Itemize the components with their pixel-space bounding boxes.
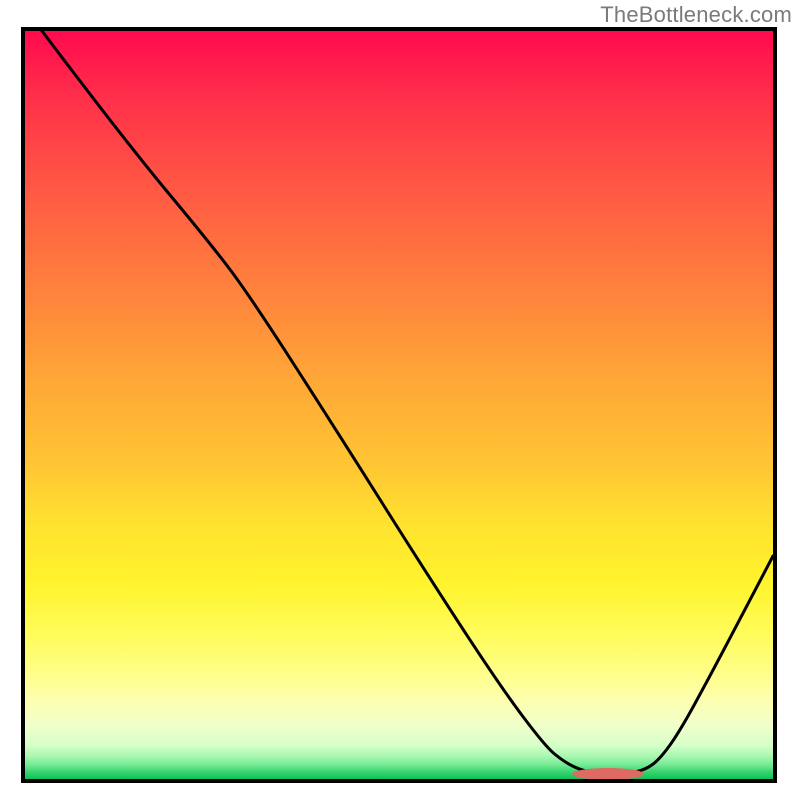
plot-gradient: [25, 31, 773, 779]
chart-container: TheBottleneck.com: [0, 0, 800, 800]
plot-area: [21, 27, 777, 783]
watermark-text: TheBottleneck.com: [600, 2, 792, 28]
